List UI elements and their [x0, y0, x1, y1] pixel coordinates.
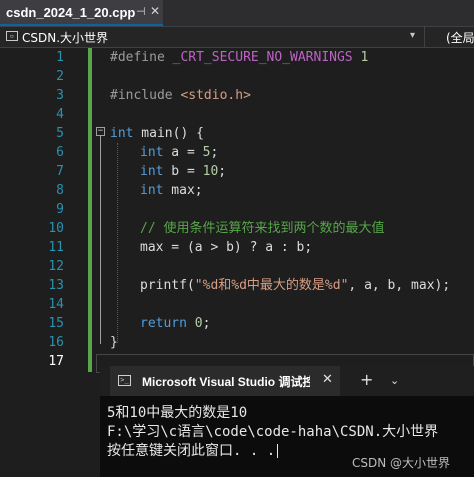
number-literal: 10: [202, 164, 219, 179]
change-tracking-bar: [88, 48, 92, 372]
include-header: <stdio.h>: [180, 88, 251, 103]
line-number: 16: [48, 335, 64, 350]
code-line-1[interactable]: #define _CRT_SECURE_NO_WARNINGS 1: [110, 48, 368, 67]
console-output-line: 按任意键关闭此窗口. . .: [107, 442, 279, 461]
line-number: 12: [48, 259, 64, 274]
close-icon[interactable]: ✕: [322, 372, 333, 387]
document-tab-title: csdn_2024_1_20.cpp: [6, 5, 136, 20]
navbar-divider: [424, 27, 425, 47]
line-number: 3: [56, 88, 64, 103]
navigation-bar: ▫ CSDN.大小世界 ▾ (全局: [0, 26, 474, 48]
line-number: 10: [48, 221, 64, 236]
code-line-10-comment[interactable]: // 使用条件运算符来找到两个数的最大值: [140, 219, 384, 238]
line-number: 14: [48, 297, 64, 312]
console-output-line: 5和10中最大的数是10: [107, 405, 248, 421]
code-line-16[interactable]: }: [110, 333, 118, 352]
new-tab-button[interactable]: +: [360, 370, 373, 389]
line-number-current: 17: [48, 354, 64, 369]
line-number: 4: [56, 107, 64, 122]
project-icon: ▫: [6, 31, 18, 41]
document-tab[interactable]: csdn_2024_1_20.cpp ⊣ ✕: [0, 0, 163, 26]
macro-name: _CRT_SECURE_NO_WARNINGS: [172, 50, 353, 65]
line-number: 13: [48, 278, 64, 293]
keyword: int: [140, 145, 164, 160]
code-text: b =: [163, 164, 203, 179]
preprocessor-directive: #include: [110, 88, 173, 103]
keyword: int: [140, 183, 164, 198]
project-selector[interactable]: CSDN.大小世界: [22, 29, 108, 46]
code-text: ;: [202, 316, 211, 331]
code-line-8[interactable]: int max;: [140, 181, 203, 200]
watermark: CSDN @大小世界: [352, 456, 451, 470]
code-text: ;: [210, 145, 219, 160]
chevron-down-icon[interactable]: ⌄: [390, 374, 399, 387]
code-line-15[interactable]: return 0;: [140, 314, 210, 333]
terminal-icon: >_: [118, 375, 131, 386]
code-line-3[interactable]: #include <stdio.h>: [110, 86, 251, 105]
line-number: 1: [56, 50, 64, 65]
line-number: 6: [56, 145, 64, 160]
line-number: 11: [48, 240, 64, 255]
code-text: ;: [218, 164, 227, 179]
collapse-icon[interactable]: −: [96, 127, 105, 136]
close-tab-icon[interactable]: ✕: [150, 4, 160, 18]
preprocessor-directive: #define: [110, 50, 165, 65]
keyword: int: [110, 126, 134, 141]
scope-selector[interactable]: (全局: [446, 29, 474, 46]
code-text: , a, b, max);: [348, 278, 451, 293]
line-number: 5: [56, 126, 64, 141]
keyword: int: [140, 164, 164, 179]
macro-value: 1: [360, 50, 369, 65]
code-line-5[interactable]: int main() {: [110, 124, 204, 143]
number-literal: 0: [194, 316, 203, 331]
code-line-11[interactable]: max = (a > b) ? a : b;: [140, 238, 312, 257]
console-tab[interactable]: >_ Microsoft Visual Studio 调试控制台 ✕: [110, 366, 340, 396]
indent-guide: [117, 143, 118, 343]
console-title: Microsoft Visual Studio 调试控制台: [142, 375, 310, 389]
line-number: 7: [56, 164, 64, 179]
document-tab-strip: csdn_2024_1_20.cpp ⊣ ✕: [0, 0, 474, 26]
line-number: 9: [56, 202, 64, 217]
code-text: printf(: [140, 278, 195, 293]
line-number: 8: [56, 183, 64, 198]
console-output-line: F:\学习\c语言\code\code-haha\CSDN.大小世界: [107, 424, 439, 440]
string-literal: "%d和%d中最大的数是%d": [194, 278, 349, 293]
code-text: a =: [163, 145, 203, 160]
keyword: return: [140, 316, 187, 331]
console-prompt-text: 按任意键关闭此窗口. . .: [107, 443, 276, 459]
line-number-gutter: 1 2 3 4 5 6 7 8 9 10 11 12 13 14 15 16 1…: [0, 48, 96, 477]
fold-region-line: [100, 136, 101, 344]
line-number: 2: [56, 69, 64, 84]
pin-icon[interactable]: ⊣: [136, 5, 146, 18]
code-line-6[interactable]: int a = 5;: [140, 143, 218, 162]
text-cursor: [277, 444, 279, 458]
code-line-7[interactable]: int b = 10;: [140, 162, 226, 181]
code-text: main() {: [133, 126, 204, 141]
line-number: 15: [48, 316, 64, 331]
code-text: max;: [163, 183, 203, 198]
console-titlebar: >_ Microsoft Visual Studio 调试控制台 ✕ + ⌄: [100, 366, 474, 396]
chevron-down-icon[interactable]: ▾: [410, 30, 415, 41]
code-line-13[interactable]: printf("%d和%d中最大的数是%d", a, b, max);: [140, 276, 450, 295]
